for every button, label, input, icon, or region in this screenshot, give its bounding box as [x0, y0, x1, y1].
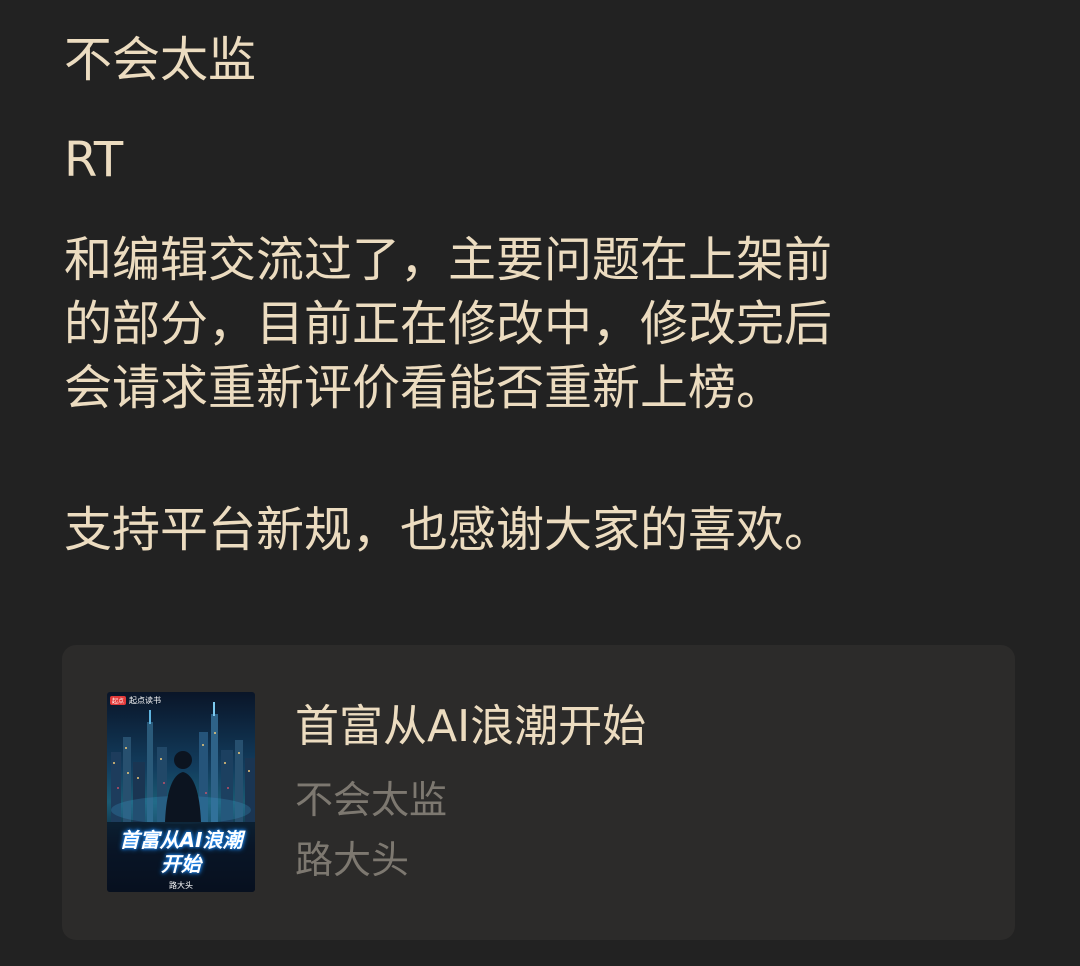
post-title: RT	[64, 132, 124, 188]
cover-title-line: 开始	[161, 852, 201, 876]
book-card[interactable]: 起点 起点读书 首富从AI浪潮 开始 路大头 首富从AI浪潮开始 不会太监 路大…	[62, 645, 1015, 940]
cover-brand-name: 起点读书	[129, 696, 162, 705]
book-pen-name: 路大头	[295, 838, 410, 882]
book-title[interactable]: 首富从AI浪潮开始	[295, 699, 646, 755]
post-paragraph-line: 会请求重新评价看能否重新上榜。	[64, 360, 785, 416]
book-cover-image: 起点 起点读书 首富从AI浪潮 开始 路大头	[107, 692, 255, 892]
post-paragraph: 和编辑交流过了，主要问题在上架前 的部分，目前正在修改中，修改完后 会请求重新评…	[64, 228, 832, 420]
cover-title-line: 首富从AI浪潮	[119, 828, 243, 852]
post-author[interactable]: 不会太监	[64, 28, 256, 92]
post-paragraph-line: 的部分，目前正在修改中，修改完后	[64, 296, 833, 352]
book-author: 不会太监	[295, 778, 448, 822]
post-paragraph-line: 和编辑交流过了，主要问题在上架前	[64, 232, 833, 288]
cover-brand: 起点 起点读书	[110, 695, 161, 706]
cover-title: 首富从AI浪潮 开始	[107, 828, 255, 876]
cover-brand-badge: 起点	[110, 696, 127, 705]
cover-author: 路大头	[169, 881, 193, 890]
post-paragraph: 支持平台新规，也感谢大家的喜欢。	[64, 502, 833, 558]
